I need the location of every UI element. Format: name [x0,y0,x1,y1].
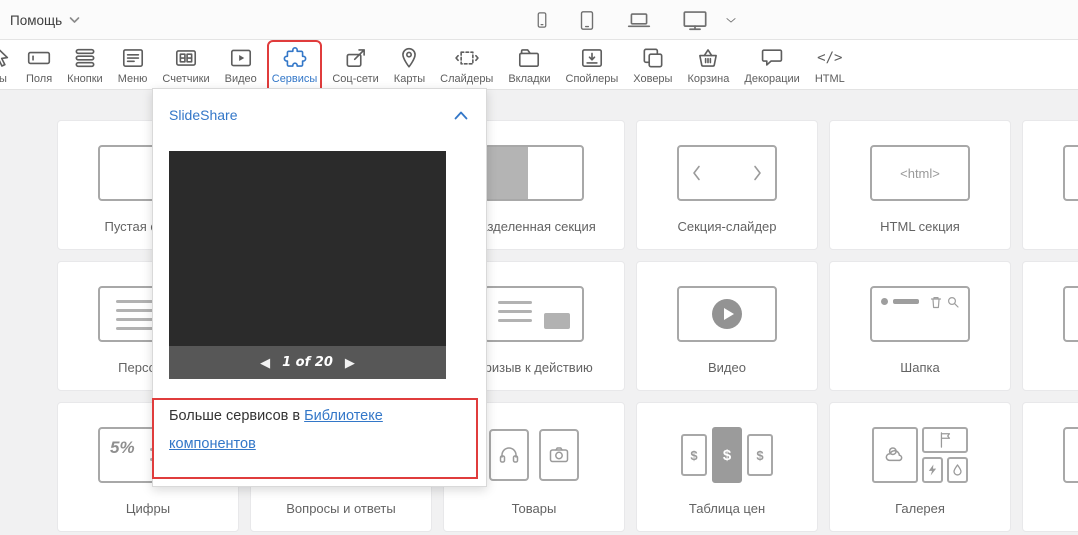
lightning-icon [927,463,938,477]
header-widget-icon [870,286,970,342]
flag-tile [922,427,968,453]
chevron-down-icon[interactable] [724,13,738,27]
list-icon [1063,286,1078,342]
buttons-icon [72,45,98,71]
chevron-down-icon [69,16,80,24]
input-field-icon [26,45,52,71]
code-icon: </> [817,45,842,71]
logo-dot [881,298,888,305]
toolbar-item-fields[interactable]: Поля [26,45,52,89]
slider-icon [454,45,480,71]
help-label: Помощь [10,13,62,28]
headphones-icon [497,443,521,467]
toolbar-item-spoilers[interactable]: Спойлеры [566,45,619,89]
help-menu[interactable]: Помощь [10,0,80,40]
drop-tile [947,457,968,483]
menu-bar-shape [893,299,919,304]
sun-cloud-icon [882,442,908,468]
desktop-icon[interactable] [678,7,712,34]
card-price-table[interactable]: $ $ $ Таблица цен [636,402,818,532]
speech-bubble-icon [759,45,785,71]
slideshare-preview: ◀ 1 of 20 ▶ [169,151,446,379]
price-column: $ [681,434,707,476]
device-switcher [532,0,738,40]
card-partial-2[interactable] [1022,261,1078,391]
section-icon [1063,145,1078,201]
toolbar-item-buttons[interactable]: Кнопки [67,45,103,89]
product-box [539,429,579,481]
laptop-icon[interactable] [624,7,654,33]
product-box [489,429,529,481]
toolbar-item-html[interactable]: </> HTML [815,45,845,89]
toolbar-item-services[interactable]: Сервисы [272,45,318,89]
toolbar-item-tabs[interactable]: Вкладки [508,45,550,89]
spoiler-icon [579,45,605,71]
toolbar-item-menu[interactable]: Меню [118,45,148,89]
split-section-icon [484,145,584,201]
toolbar-item-hovers[interactable]: Ховеры [633,45,672,89]
card-slider-section[interactable]: Секция-слайдер [636,120,818,250]
puzzle-icon [282,45,308,71]
menu-icon [120,45,146,71]
flag-icon [937,431,953,449]
section-icon [1063,427,1078,483]
card-gallery[interactable]: Галерея [829,402,1011,532]
toolbar-item-social[interactable]: Соц-сети [332,45,378,89]
basket-icon [695,45,721,71]
slideshare-popup: SlideShare ◀ 1 of 20 ▶ Больше сервисов в… [152,88,487,487]
search-icon [947,296,959,308]
popup-title: SlideShare [169,107,238,123]
html-section-icon: <html> [870,145,970,201]
card-partial-1[interactable] [1022,120,1078,250]
counter-icon [173,45,199,71]
layers-icon [640,45,666,71]
call-to-action-icon [484,286,584,342]
chevron-up-icon[interactable] [454,111,468,120]
chevron-left-icon [692,165,701,181]
tab-icon [516,45,542,71]
goods-icon [484,427,584,483]
card-header[interactable]: Шапка [829,261,1011,391]
trash-icon [930,296,942,309]
topbar: Помощь [0,0,1078,40]
more-services-text: Больше сервисов в Библиотеке компонентов [169,402,457,458]
slider-section-icon [677,145,777,201]
camera-icon [547,443,571,467]
slide-counter: 1 of 20 [282,355,333,370]
card-video[interactable]: Видео [636,261,818,391]
drop-icon [952,463,963,477]
toolbar-item-maps[interactable]: Карты [394,45,425,89]
play-icon [712,299,742,329]
next-slide-button[interactable]: ▶ [345,356,355,369]
slide-pager: ◀ 1 of 20 ▶ [169,346,446,379]
share-icon [343,45,369,71]
phone-icon[interactable] [532,7,552,33]
pointer-icon [0,45,16,71]
lightning-tile [922,457,943,483]
toolbar-item-sliders[interactable]: Слайдеры [440,45,493,89]
video-widget-icon [677,286,777,342]
toolbar-item-cart[interactable]: Корзина [687,45,729,89]
card-partial-3[interactable] [1022,402,1078,532]
toolbar-item-counters[interactable]: Счетчики [162,45,209,89]
gallery-icon [870,427,970,483]
toolbar-item-decorations[interactable]: Декорации [744,45,799,89]
chevron-right-icon [753,165,762,181]
toolbar-item-video[interactable]: Видео [225,45,257,89]
app-window: Помощь ы Поля Кнопки Меню [0,0,1078,535]
more-services-prefix: Больше сервисов в [169,408,304,424]
popup-header[interactable]: SlideShare [153,89,486,123]
card-html-section[interactable]: <html> HTML секция [829,120,1011,250]
weather-tile [872,427,918,483]
price-column-featured: $ [712,427,742,483]
prev-slide-button[interactable]: ◀ [260,356,270,369]
tablet-icon[interactable] [576,7,598,34]
price-column: $ [747,434,773,476]
price-table-icon: $ $ $ [677,427,777,483]
toolbar-item-partial[interactable]: ы [0,45,16,85]
widget-categories-toolbar: ы Поля Кнопки Меню Счетчики Видео Сервис… [0,40,1078,90]
map-pin-icon [396,45,422,71]
button-shape [544,313,570,329]
video-icon [228,45,254,71]
